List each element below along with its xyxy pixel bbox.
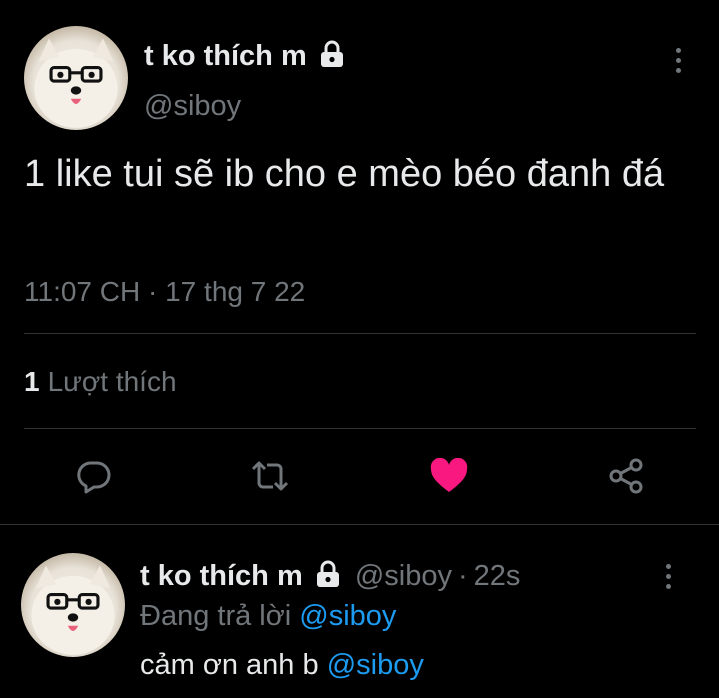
tweet-time: 11:07 CH [24, 276, 141, 307]
dog-avatar-image [31, 565, 115, 655]
main-tweet: t ko thích m @siboy 1 like tui sẽ ib cho… [0, 0, 719, 525]
display-name-text: t ko thích m [144, 40, 307, 72]
username-handle[interactable]: @siboy [144, 90, 241, 123]
likes-label: Lượt thích [47, 366, 177, 397]
username-handle[interactable]: @siboy [355, 560, 452, 592]
display-name[interactable]: t ko thích m [140, 560, 303, 592]
lock-icon [319, 40, 345, 76]
more-vertical-icon [665, 563, 671, 569]
divider [0, 524, 719, 525]
retweet-button[interactable] [246, 452, 294, 500]
share-button[interactable] [602, 452, 650, 500]
avatar[interactable] [21, 553, 125, 657]
more-vertical-icon [675, 47, 681, 53]
more-options-button[interactable] [656, 560, 680, 592]
reply-time[interactable]: 22s [474, 560, 521, 592]
divider [24, 333, 696, 334]
tweet-text: 1 like tui sẽ ib cho e mèo béo đanh đá [24, 153, 665, 195]
mention-link[interactable]: @siboy [327, 649, 424, 681]
tweet-date: 17 thg 7 22 [165, 276, 306, 307]
lock-icon [315, 560, 341, 596]
likes-count: 1 [24, 366, 40, 397]
dog-avatar-image [34, 38, 118, 128]
replying-to: Đang trả lời @siboy [140, 600, 396, 633]
reply-icon [77, 461, 111, 494]
display-name[interactable]: t ko thích m [144, 40, 345, 76]
likes-count-link[interactable]: 1 Lượt thích [24, 366, 177, 398]
divider [24, 428, 696, 429]
share-icon [609, 458, 643, 494]
reply-text-body: cảm ơn anh b [140, 649, 319, 681]
meta-separator: · [148, 276, 158, 307]
reply-button[interactable] [70, 452, 118, 500]
avatar[interactable] [24, 26, 128, 130]
more-options-button[interactable] [666, 44, 690, 76]
meta-separator: · [458, 560, 468, 592]
reply-text: cảm ơn anh b @siboy [140, 649, 424, 682]
heart-icon [430, 458, 468, 492]
tweet-detail-page: t ko thích m @siboy 1 like tui sẽ ib cho… [0, 0, 719, 698]
like-button[interactable] [425, 452, 473, 500]
mention-link[interactable]: @siboy [299, 600, 396, 632]
reply-header: t ko thích m @siboy · 22s [140, 560, 520, 596]
retweet-icon [251, 461, 289, 491]
tweet-timestamp[interactable]: 11:07 CH · 17 thg 7 22 [24, 276, 305, 308]
replying-prefix: Đang trả lời [140, 600, 292, 632]
